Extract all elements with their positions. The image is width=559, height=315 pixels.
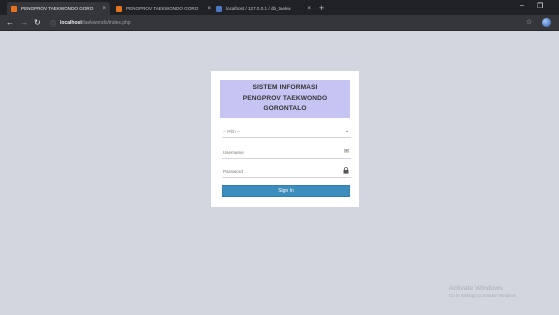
browser-tab[interactable]: PENGPROV TAEKWONDO GORO × — [112, 2, 215, 15]
header-title-line: SISTEM INFORMASI — [252, 84, 318, 92]
new-tab-icon[interactable]: + — [319, 2, 324, 14]
tab-close-icon[interactable]: × — [102, 6, 106, 12]
username-input[interactable] — [222, 146, 351, 158]
tab-close-icon[interactable]: × — [307, 6, 311, 12]
maximize-icon[interactable]: ❐ — [537, 2, 543, 10]
login-header: SISTEM INFORMASI PENGPROV TAEKWONDO GORO… — [220, 80, 350, 118]
password-field[interactable] — [222, 165, 351, 178]
url-host: localhost — [60, 20, 82, 26]
login-box: SISTEM INFORMASI PENGPROV TAEKWONDO GORO… — [211, 71, 359, 207]
windows-activation-watermark: Activate Windows Go to Settings to activ… — [449, 285, 517, 299]
reload-icon[interactable]: ↻ — [34, 17, 41, 29]
url-path: /taekwondo/index.php — [81, 20, 131, 26]
tab-title: PENGPROV TAEKWONDO GORO — [21, 6, 94, 11]
role-select[interactable]: -- Pilih -- — [222, 125, 351, 137]
username-field[interactable]: ✉ — [222, 146, 351, 159]
profile-avatar-icon[interactable] — [542, 18, 551, 27]
browser-toolbar: ← → ↻ ⓘ localhost /taekwondo/index.php ☆ — [0, 15, 559, 31]
tab-favicon-icon — [216, 5, 222, 12]
sign-in-button[interactable]: Sign In — [222, 185, 350, 197]
minimize-icon[interactable]: – — [520, 2, 524, 9]
envelope-icon: ✉ — [343, 149, 349, 155]
site-info-icon[interactable]: ⓘ — [50, 19, 56, 28]
browser-tab-strip: PENGPROV TAEKWONDO GORO × PENGPROV TAEKW… — [0, 0, 559, 15]
watermark-subtitle: Go to Settings to activate Windows. — [449, 293, 517, 298]
tab-close-icon[interactable]: × — [207, 6, 211, 12]
address-bar[interactable]: ⓘ localhost /taekwondo/index.php — [50, 18, 516, 28]
browser-tab[interactable]: localhost / 127.0.0.1 / db_taekw × — [212, 2, 315, 15]
role-select-field[interactable]: -- Pilih -- ⌄ — [222, 125, 351, 138]
lock-icon — [343, 167, 349, 177]
tab-title: localhost / 127.0.0.1 / db_taekw — [226, 6, 291, 11]
tab-favicon-icon — [11, 5, 17, 12]
forward-icon[interactable]: → — [20, 17, 28, 29]
header-title-line: GORONTALO — [263, 105, 307, 113]
tab-title: PENGPROV TAEKWONDO GORO — [126, 6, 199, 11]
watermark-title: Activate Windows — [449, 285, 503, 292]
header-title-line: PENGPROV TAEKWONDO — [242, 94, 328, 102]
bookmark-star-icon[interactable]: ☆ — [526, 18, 532, 26]
browser-tab[interactable]: PENGPROV TAEKWONDO GORO × — [7, 2, 110, 15]
chevron-down-icon: ⌄ — [344, 128, 349, 134]
lock-icon-svg — [343, 167, 349, 174]
password-input[interactable] — [222, 165, 351, 177]
tab-favicon-icon — [116, 5, 122, 12]
back-icon[interactable]: ← — [6, 17, 14, 29]
